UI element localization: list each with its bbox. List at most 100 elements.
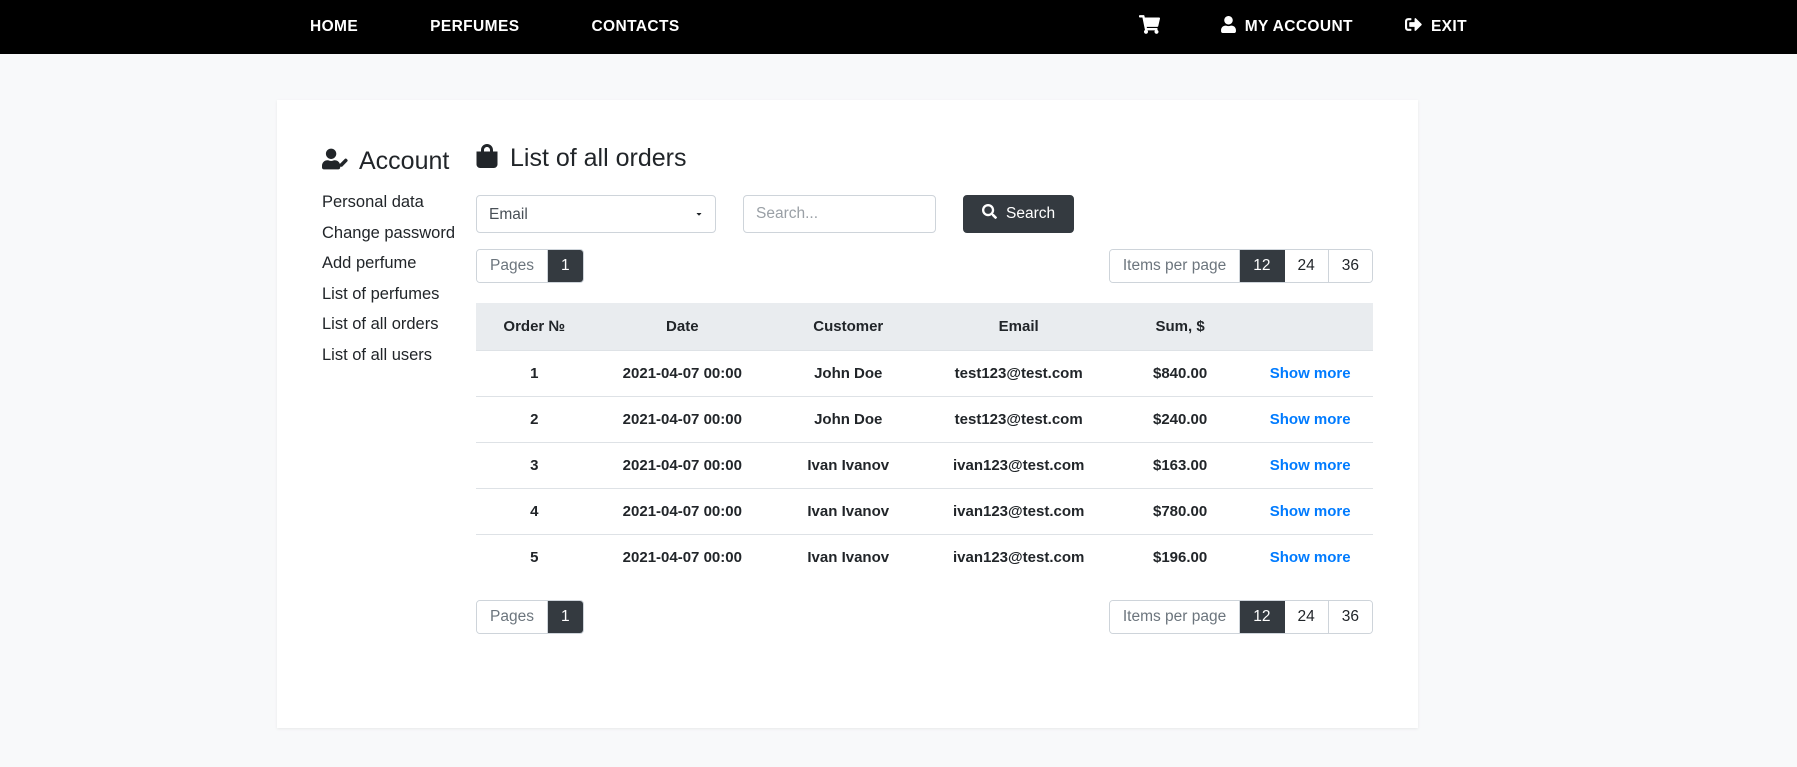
navbar-right-actions: MY ACCOUNT EXIT: [1087, 15, 1467, 39]
shopping-bag-icon: [476, 144, 510, 173]
cell-date: 2021-04-07 00:00: [592, 350, 772, 397]
show-more-link[interactable]: Show more: [1270, 457, 1351, 474]
pages-group-top: Pages 1: [476, 249, 584, 283]
cell-email: ivan123@test.com: [924, 534, 1113, 580]
cell-sum: $196.00: [1112, 534, 1248, 580]
column-header-date: Date: [592, 303, 772, 351]
cell-action: Show more: [1247, 534, 1373, 580]
show-more-link[interactable]: Show more: [1270, 503, 1351, 520]
pagination-bottom: Pages 1 Items per page 12 24 36: [476, 600, 1373, 634]
sidebar-item-change-password[interactable]: Change password: [322, 224, 462, 243]
show-more-link[interactable]: Show more: [1270, 365, 1351, 382]
cell-customer: John Doe: [772, 350, 925, 397]
account-sidebar: Account Personal data Change password Ad…: [277, 140, 462, 728]
items-per-page-36-top[interactable]: 36: [1328, 250, 1372, 282]
table-header-row: Order № Date Customer Email Sum, $: [476, 303, 1373, 351]
column-header-customer: Customer: [772, 303, 925, 351]
page-title-row: List of all orders: [476, 144, 1373, 173]
sidebar-heading: Account: [322, 148, 462, 175]
page-button-1-top[interactable]: 1: [547, 250, 583, 282]
table-row: 1 2021-04-07 00:00 John Doe test123@test…: [476, 350, 1373, 397]
column-header-actions: [1247, 303, 1373, 351]
cell-email: ivan123@test.com: [924, 488, 1113, 535]
table-row: 4 2021-04-07 00:00 Ivan Ivanov ivan123@t…: [476, 488, 1373, 535]
sidebar-item-list-of-perfumes[interactable]: List of perfumes: [322, 285, 462, 304]
cart-button[interactable]: [1138, 15, 1169, 39]
items-per-page-label-bottom: Items per page: [1109, 601, 1241, 633]
shopping-cart-icon: [1138, 15, 1169, 39]
column-header-email: Email: [924, 303, 1113, 351]
cell-date: 2021-04-07 00:00: [592, 488, 772, 535]
show-more-link[interactable]: Show more: [1270, 411, 1351, 428]
page-title: List of all orders: [510, 144, 687, 172]
cell-sum: $163.00: [1112, 442, 1248, 489]
cell-action: Show more: [1247, 488, 1373, 535]
items-per-page-group-top: Items per page 12 24 36: [1108, 249, 1373, 283]
column-header-sum: Sum, $: [1112, 303, 1248, 351]
items-per-page-24-bottom[interactable]: 24: [1284, 601, 1329, 633]
items-per-page-24-top[interactable]: 24: [1284, 250, 1329, 282]
page-button-1-bottom[interactable]: 1: [547, 601, 583, 633]
cell-action: Show more: [1247, 350, 1373, 397]
cell-order-no: 1: [476, 350, 593, 397]
sidebar-item-add-perfume[interactable]: Add perfume: [322, 254, 462, 273]
sidebar-item-list-of-all-users[interactable]: List of all users: [322, 346, 462, 365]
cell-email: test123@test.com: [924, 350, 1113, 397]
cell-order-no: 2: [476, 396, 593, 443]
search-button[interactable]: Search: [963, 195, 1075, 233]
items-per-page-label-top: Items per page: [1109, 250, 1241, 282]
pagination-top: Pages 1 Items per page 12 24 36: [476, 249, 1373, 283]
show-more-link[interactable]: Show more: [1270, 549, 1351, 566]
nav-item-home[interactable]: HOME: [310, 18, 358, 36]
cell-order-no: 4: [476, 488, 593, 535]
my-account-label: MY ACCOUNT: [1244, 18, 1353, 35]
search-field-select-wrapper: Email: [476, 195, 716, 233]
cell-date: 2021-04-07 00:00: [592, 396, 772, 443]
my-account-button[interactable]: MY ACCOUNT: [1220, 16, 1353, 38]
search-controls: Email Search: [476, 195, 1373, 233]
search-field-select[interactable]: Email: [476, 195, 716, 233]
items-per-page-36-bottom[interactable]: 36: [1328, 601, 1372, 633]
cell-action: Show more: [1247, 396, 1373, 443]
account-card: Account Personal data Change password Ad…: [277, 100, 1418, 728]
table-row: 3 2021-04-07 00:00 Ivan Ivanov ivan123@t…: [476, 442, 1373, 489]
orders-table-head: Order № Date Customer Email Sum, $: [476, 303, 1373, 351]
sign-out-icon: [1404, 16, 1431, 38]
pages-label-top: Pages: [477, 250, 548, 282]
cell-customer: Ivan Ivanov: [772, 534, 925, 580]
nav-item-contacts[interactable]: CONTACTS: [591, 18, 679, 36]
cell-sum: $840.00: [1112, 350, 1248, 397]
search-icon: [982, 204, 1006, 224]
column-header-order-no: Order №: [476, 303, 593, 351]
exit-label: EXIT: [1430, 18, 1467, 35]
cell-customer: Ivan Ivanov: [772, 442, 925, 489]
sidebar-title: Account: [359, 147, 450, 175]
table-row: 2 2021-04-07 00:00 John Doe test123@test…: [476, 396, 1373, 443]
orders-panel: List of all orders Email Search... Searc…: [462, 140, 1418, 728]
cell-action: Show more: [1247, 442, 1373, 489]
items-per-page-group-bottom: Items per page 12 24 36: [1108, 600, 1373, 634]
cell-order-no: 3: [476, 442, 593, 489]
sidebar-item-list-of-all-orders[interactable]: List of all orders: [322, 315, 462, 334]
cell-date: 2021-04-07 00:00: [592, 534, 772, 580]
cell-customer: John Doe: [772, 396, 925, 443]
top-navbar: HOME PERFUMES CONTACTS MY ACCOUNT EXIT: [0, 0, 1797, 54]
orders-table: Order № Date Customer Email Sum, $ 1 202…: [476, 303, 1373, 580]
navbar-left-links: HOME PERFUMES CONTACTS: [310, 18, 752, 36]
cell-sum: $780.00: [1112, 488, 1248, 535]
search-button-label: Search: [1006, 205, 1056, 222]
cell-date: 2021-04-07 00:00: [592, 442, 772, 489]
cell-order-no: 5: [476, 534, 593, 580]
sidebar-item-personal-data[interactable]: Personal data: [322, 193, 462, 212]
cell-email: test123@test.com: [924, 396, 1113, 443]
items-per-page-12-top[interactable]: 12: [1240, 250, 1285, 282]
pages-label-bottom: Pages: [477, 601, 548, 633]
search-input[interactable]: [743, 195, 936, 233]
nav-item-perfumes[interactable]: PERFUMES: [430, 18, 519, 36]
cell-sum: $240.00: [1112, 396, 1248, 443]
items-per-page-12-bottom[interactable]: 12: [1240, 601, 1285, 633]
user-edit-icon: [322, 148, 359, 175]
exit-button[interactable]: EXIT: [1404, 16, 1467, 38]
cell-customer: Ivan Ivanov: [772, 488, 925, 535]
orders-table-body: 1 2021-04-07 00:00 John Doe test123@test…: [476, 350, 1373, 580]
